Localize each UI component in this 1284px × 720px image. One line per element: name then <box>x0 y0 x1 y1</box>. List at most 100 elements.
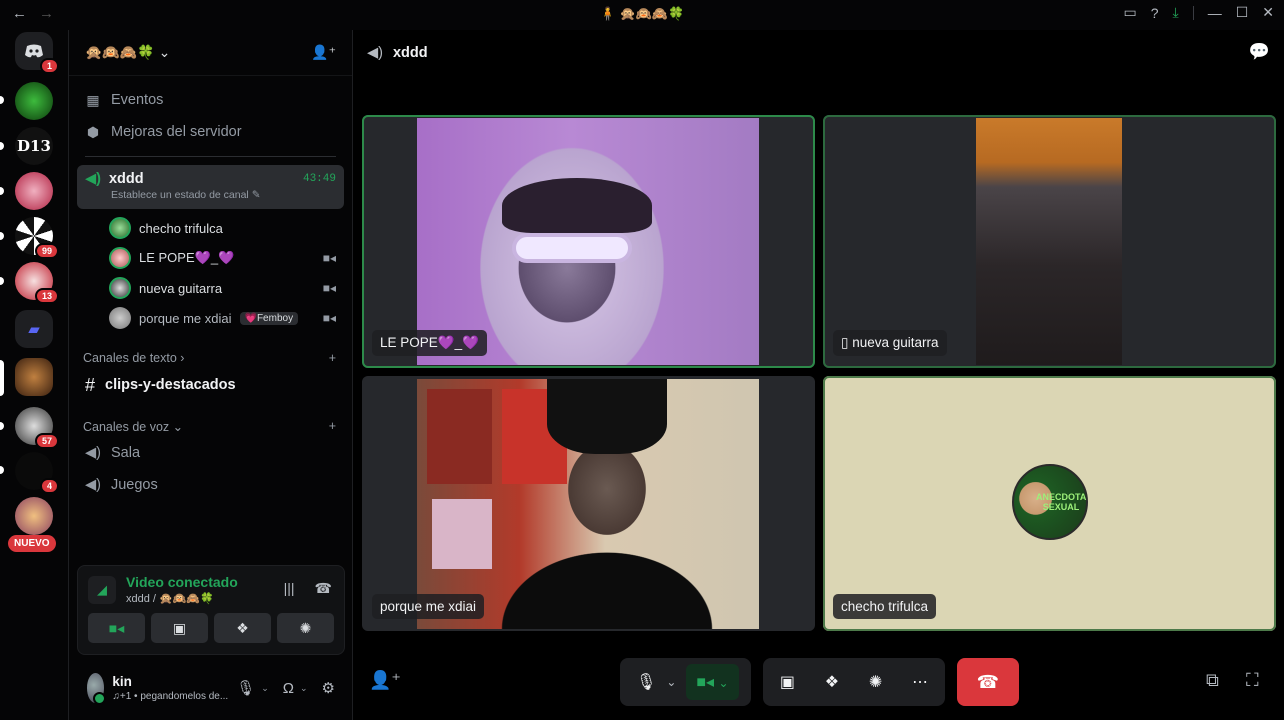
avatar-text: ANECDOTA SEXUAL <box>1036 492 1087 512</box>
unread-pill <box>0 96 4 104</box>
channel-status[interactable]: Establece un estado de canal ✎ <box>111 189 336 201</box>
settings-gear-icon[interactable]: ⚙ <box>322 679 335 697</box>
noise-suppression-icon[interactable]: ||| <box>284 580 295 597</box>
text-channel[interactable]: # clips-y-destacados <box>69 369 352 401</box>
video-feed <box>976 118 1122 365</box>
camera-toggle-icon[interactable]: ■◂ ⌄ <box>686 664 739 700</box>
voice-channel[interactable]: ◀) Sala <box>69 437 352 469</box>
voice-user[interactable]: porque me xdiai 💗Femboy ■◂ <box>69 303 352 333</box>
video-tile[interactable]: LE POPE💜_💜 <box>362 115 815 368</box>
participant-label: checho trifulca <box>833 594 937 619</box>
discord-home-icon[interactable]: 1 <box>15 32 59 74</box>
server-icon[interactable]: 99 <box>15 217 59 259</box>
activities-icon[interactable]: ❖ <box>825 672 839 692</box>
connection-status[interactable]: Video conectado <box>126 574 238 590</box>
server-icon[interactable] <box>15 82 53 120</box>
signal-icon[interactable]: ◢ <box>88 575 116 604</box>
soundboard-button[interactable]: ✺ <box>277 613 334 643</box>
chevron-down-icon[interactable]: ⌄ <box>666 675 676 689</box>
server-icon[interactable] <box>15 172 53 210</box>
server-rail: 1 D13 99 13 ▰ 57 4 NUEVO <box>0 30 68 720</box>
camera-button[interactable]: ■◂ <box>88 613 145 643</box>
close-icon[interactable]: ✕ <box>1262 4 1274 21</box>
disconnect-icon[interactable]: ☎ <box>315 580 332 597</box>
video-tile[interactable]: ▯ nueva guitarra <box>823 115 1276 368</box>
voice-user[interactable]: LE POPE💜_💜 ■◂ <box>69 243 352 273</box>
avatar <box>109 277 131 299</box>
inbox-icon[interactable]: ▭ <box>1123 4 1136 21</box>
camera-icon: ■◂ <box>322 281 336 295</box>
maximize-icon[interactable]: ☐ <box>1236 4 1249 21</box>
share-controls: ▣ ❖ ✺ ⋯ <box>763 658 945 706</box>
participant-label: porque me xdiai <box>372 594 485 619</box>
channel-name: Sala <box>110 445 141 461</box>
screen-share-button[interactable]: ▣ <box>151 613 208 643</box>
video-tile[interactable]: porque me xdiai <box>362 376 815 631</box>
selected-pill <box>0 360 4 396</box>
unread-pill <box>0 187 4 195</box>
avatar[interactable] <box>87 673 107 705</box>
voice-user[interactable]: checho trifulca <box>69 213 352 243</box>
folder-icon[interactable]: ▰ <box>15 310 53 348</box>
channel-name: Juegos <box>110 477 158 493</box>
voice-user-name: nueva guitarra <box>139 280 223 296</box>
calendar-icon: ▦ <box>86 91 100 108</box>
server-icon-d13[interactable]: D13 <box>15 127 53 165</box>
user-panel: kin ♫+1 • pegandomelos de... 🎙 ⌄ Ω ⌄ ⚙ <box>77 662 345 714</box>
more-icon[interactable]: ⋯ <box>912 672 928 692</box>
activities-button[interactable]: ❖ <box>214 613 271 643</box>
help-icon[interactable]: ? <box>1151 5 1159 21</box>
screen-share-icon[interactable]: ▣ <box>780 672 795 692</box>
participant-label: LE POPE💜_💜 <box>372 330 487 356</box>
chevron-down-icon[interactable]: ⌄ <box>261 683 269 694</box>
fullscreen-icon[interactable]: ⛶ <box>1246 670 1259 691</box>
add-channel-icon[interactable]: + <box>329 351 336 365</box>
server-icon-active[interactable] <box>15 358 53 396</box>
chevron-down-icon: ⌄ <box>172 419 184 434</box>
server-icon[interactable] <box>15 497 53 535</box>
invite-icon[interactable]: 👤⁺ <box>369 670 401 691</box>
speaker-icon: ◀) <box>367 45 383 61</box>
voice-category[interactable]: Canales de voz ⌄ + <box>69 415 352 437</box>
add-channel-icon[interactable]: + <box>329 419 336 433</box>
avatar <box>109 217 131 239</box>
chat-bubble-icon[interactable]: 💬 <box>1249 42 1270 62</box>
boost-icon: ⬢ <box>86 123 100 140</box>
voice-user[interactable]: nueva guitarra ■◂ <box>69 273 352 303</box>
video-feed <box>417 118 759 365</box>
connection-channel[interactable]: xddd / 🙊🙉🙈🍀 <box>126 592 238 605</box>
hash-icon: # <box>85 374 96 395</box>
disconnect-button[interactable]: ☎ <box>957 658 1019 706</box>
chevron-down-icon: ⌄ <box>158 44 171 60</box>
window-title: 🧍 🙊🙉🙈🍀 <box>599 6 685 21</box>
server-icon[interactable]: 57 <box>15 407 59 449</box>
user-info[interactable]: kin ♫+1 • pegandomelos de... <box>112 674 228 702</box>
server-header[interactable]: 🙊🙉🙈🍀 ⌄ 👤⁺ <box>69 30 352 76</box>
avatar-tile[interactable]: ANECDOTA SEXUAL checho trifulca <box>823 376 1276 631</box>
boosts-item[interactable]: ⬢ Mejoras del servidor <box>69 116 352 148</box>
minimize-icon[interactable]: — <box>1208 5 1222 21</box>
server-icon[interactable]: 4 <box>15 452 59 494</box>
voice-stage: ◀) xddd 💬 LE POPE💜_💜 ▯ nueva guitarra po… <box>353 30 1284 720</box>
unread-pill <box>0 232 4 240</box>
active-voice-channel[interactable]: ◀) xddd 43:49 Establece un estado de can… <box>77 165 344 209</box>
chevron-down-icon[interactable]: ⌄ <box>300 683 308 694</box>
microphone-icon[interactable]: 🎙 <box>636 672 656 692</box>
text-category[interactable]: Canales de texto › + <box>69 347 352 369</box>
call-timer: 43:49 <box>302 173 336 185</box>
unread-pill <box>0 422 4 430</box>
add-member-icon[interactable]: 👤⁺ <box>311 44 336 61</box>
server-icon[interactable]: 13 <box>15 262 59 304</box>
av-controls: 🎙 ⌄ ■◂ ⌄ <box>620 658 751 706</box>
new-badge: NUEVO <box>8 535 56 552</box>
voice-channel[interactable]: ◀) Juegos <box>69 469 352 501</box>
server-badge: 99 <box>34 243 59 259</box>
popout-icon[interactable]: ⧉ <box>1206 670 1219 691</box>
microphone-icon[interactable]: 🎙 <box>236 679 255 697</box>
headphones-icon[interactable]: Ω <box>283 680 294 697</box>
events-item[interactable]: ▦ Eventos <box>69 84 352 116</box>
download-icon[interactable]: ⤓ <box>1173 4 1179 21</box>
avatar <box>109 247 131 269</box>
voice-user-name: LE POPE💜_💜 <box>139 250 235 265</box>
soundboard-icon[interactable]: ✺ <box>869 672 882 692</box>
